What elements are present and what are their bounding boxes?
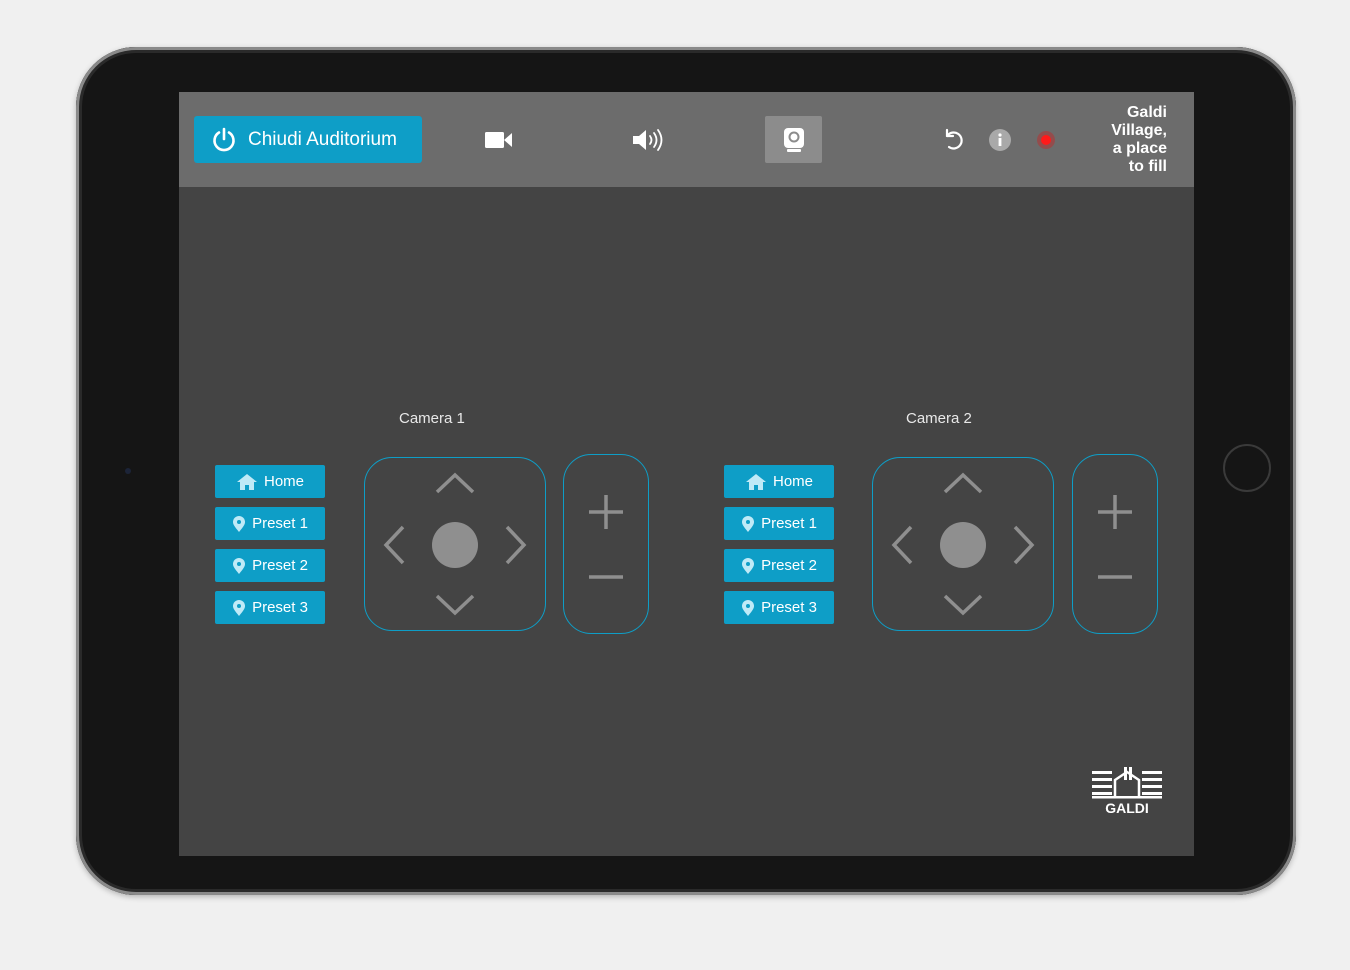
info-button[interactable] — [985, 119, 1015, 161]
preset-label: Preset 1 — [252, 515, 308, 532]
video-camera-icon — [485, 132, 512, 148]
info-icon — [989, 129, 1011, 151]
camera-2-tilt-up-icon[interactable] — [943, 472, 983, 496]
tab-webcam[interactable] — [765, 116, 822, 163]
brand-line: Galdi — [1126, 104, 1167, 121]
brand-line: a place — [1112, 140, 1167, 157]
location-pin-icon — [233, 557, 246, 574]
camera-1-tilt-down-icon[interactable] — [435, 592, 475, 616]
front-camera — [125, 468, 131, 474]
webcam-icon — [783, 127, 804, 152]
camera-1-preset-1-button[interactable]: Preset 1 — [215, 507, 325, 540]
preset-label: Home — [772, 473, 813, 490]
location-pin-icon — [742, 557, 755, 574]
camera-2-pan-right-icon[interactable] — [1011, 525, 1035, 565]
location-pin-icon — [742, 515, 755, 532]
preset-label: Preset 2 — [252, 557, 308, 574]
camera-2-preset-3-button[interactable]: Preset 3 — [724, 591, 834, 624]
home-icon — [236, 473, 257, 490]
location-pin-icon — [233, 599, 246, 616]
undo-button[interactable] — [939, 119, 969, 161]
camera-2-pan-left-icon[interactable] — [891, 525, 915, 565]
preset-label: Preset 3 — [252, 599, 308, 616]
camera-2-center-button[interactable] — [940, 522, 986, 568]
camera-2-tilt-down-icon[interactable] — [943, 592, 983, 616]
galdi-logo-text: GALDI — [1105, 800, 1149, 816]
camera-2-zoom-in-icon[interactable] — [1096, 493, 1134, 531]
camera-1-tilt-up-icon[interactable] — [435, 472, 475, 496]
camera-2-zoom-out-icon[interactable] — [1096, 567, 1134, 587]
power-icon — [213, 127, 235, 151]
location-pin-icon — [742, 599, 755, 616]
top-bar: Chiudi Auditorium Galdi Village, a place… — [179, 92, 1194, 187]
brand-tagline: Galdi Village, a place to fill — [1111, 104, 1167, 176]
tablet-home-button — [1223, 444, 1271, 492]
home-icon — [745, 473, 766, 490]
camera-1-zoom-control — [563, 454, 649, 634]
camera-1-pan-right-icon[interactable] — [503, 525, 527, 565]
camera-1-pan-tilt-pad — [364, 457, 546, 631]
camera-2-zoom-control — [1072, 454, 1158, 634]
camera-1-pan-left-icon[interactable] — [383, 525, 407, 565]
camera-1-center-button[interactable] — [432, 522, 478, 568]
camera-1-preset-3-button[interactable]: Preset 3 — [215, 591, 325, 624]
tab-audio[interactable] — [627, 119, 667, 161]
record-icon — [1037, 131, 1055, 149]
app-screen: Chiudi Auditorium Galdi Village, a place… — [179, 92, 1194, 856]
preset-label: Preset 3 — [761, 599, 817, 616]
galdi-logo: GALDI — [1092, 767, 1162, 816]
brand-line: Village, — [1111, 122, 1167, 139]
record-indicator[interactable] — [1031, 119, 1061, 161]
speaker-icon — [633, 129, 663, 151]
camera-2-label: Camera 2 — [906, 410, 972, 427]
camera-1-zoom-in-icon[interactable] — [587, 493, 625, 531]
close-auditorium-label: Chiudi Auditorium — [248, 128, 397, 150]
camera-2-preset-1-button[interactable]: Preset 1 — [724, 507, 834, 540]
camera-1-preset-2-button[interactable]: Preset 2 — [215, 549, 325, 582]
camera-2-home-button[interactable]: Home — [724, 465, 834, 498]
preset-label: Preset 1 — [761, 515, 817, 532]
tab-video[interactable] — [479, 119, 519, 161]
camera-1-home-button[interactable]: Home — [215, 465, 325, 498]
preset-label: Preset 2 — [761, 557, 817, 574]
camera-2-preset-2-button[interactable]: Preset 2 — [724, 549, 834, 582]
preset-label: Home — [263, 473, 304, 490]
location-pin-icon — [233, 515, 246, 532]
camera-2-pan-tilt-pad — [872, 457, 1054, 631]
camera-1-label: Camera 1 — [399, 410, 465, 427]
brand-line: to fill — [1128, 158, 1167, 175]
close-auditorium-button[interactable]: Chiudi Auditorium — [194, 116, 422, 163]
undo-icon — [945, 128, 963, 150]
camera-1-zoom-out-icon[interactable] — [587, 567, 625, 587]
